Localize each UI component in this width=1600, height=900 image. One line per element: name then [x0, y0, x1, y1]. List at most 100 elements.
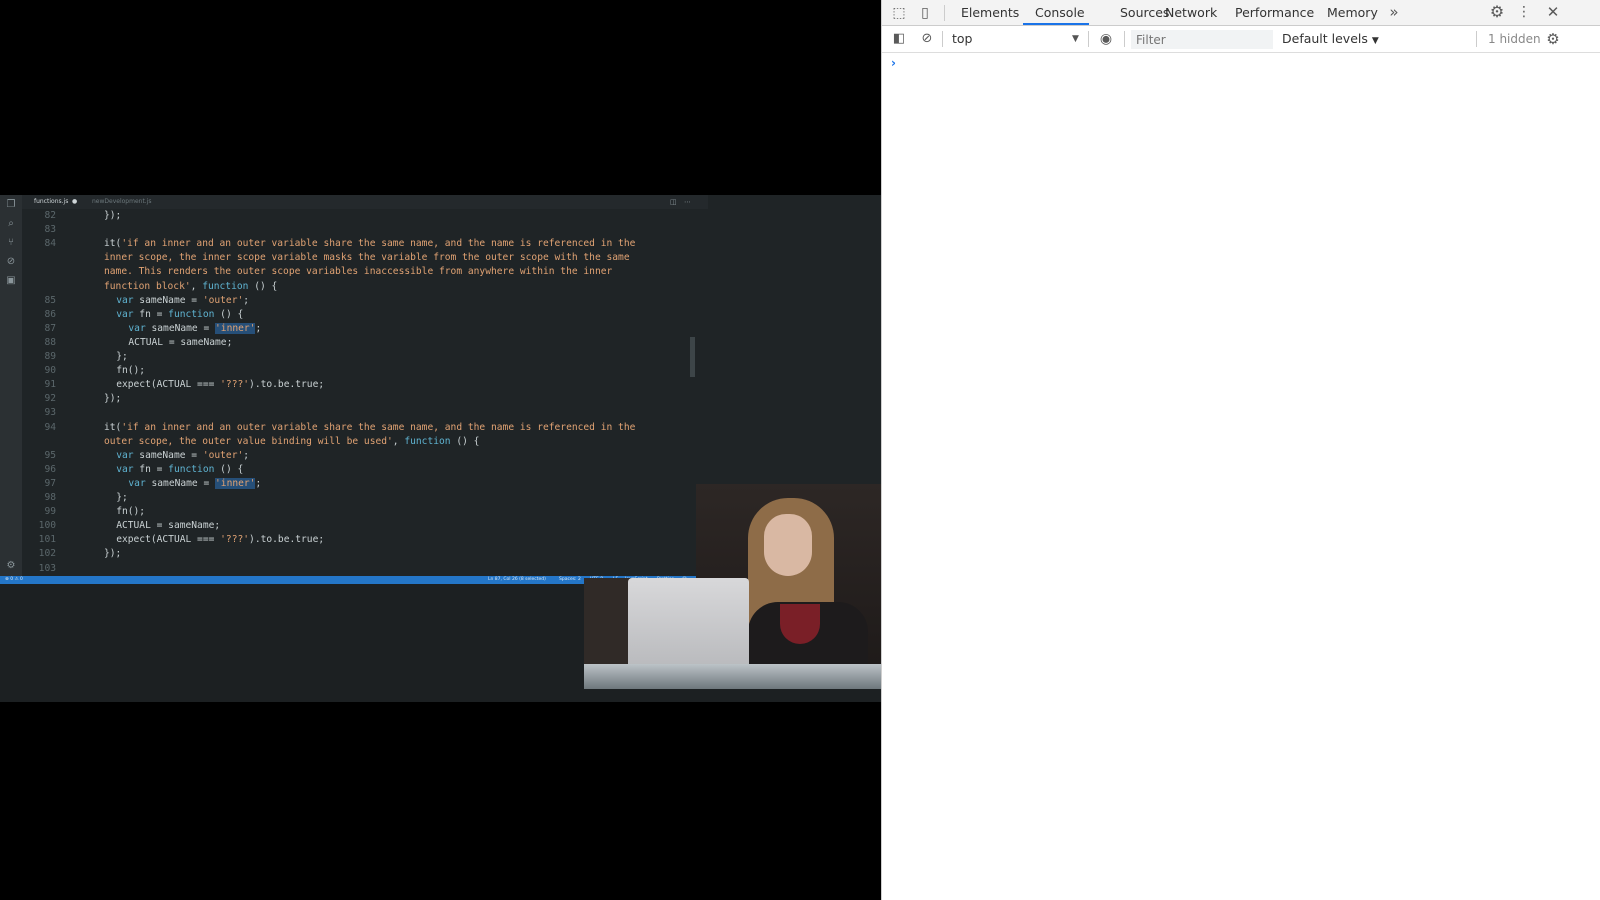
tab-performance[interactable]: Performance: [1233, 0, 1316, 25]
code-line: 82});: [22, 209, 708, 223]
code-line: 84 it('if an inner and an outer variable …: [22, 237, 708, 251]
scrollbar-thumb: [690, 337, 695, 377]
line-number: 99: [44, 506, 56, 518]
tab-memory[interactable]: Memory: [1325, 0, 1380, 25]
code-text: fn();: [116, 365, 146, 377]
source-control-icon: ⑂: [8, 237, 14, 248]
status-position: Ln 87, Col 26 (8 selected): [488, 577, 546, 582]
line-number: 94: [44, 421, 56, 433]
line-number: 97: [44, 477, 56, 489]
line-number: 86: [44, 308, 56, 320]
toolbar-divider: [1088, 31, 1089, 47]
modified-dot-icon: ●: [72, 198, 78, 205]
code-line: 98};: [22, 491, 708, 505]
code-text: var fn = function () {: [116, 463, 244, 475]
settings-gear-icon[interactable]: ⚙: [1488, 4, 1506, 20]
code-line: 87 var sameName = 'inner';: [22, 322, 708, 336]
line-number: 103: [38, 562, 56, 574]
code-text: name. This renders the outer scope varia…: [104, 266, 613, 278]
code-line: 103: [22, 562, 708, 576]
code-text: });: [104, 548, 122, 560]
code-text: function block', function () {: [104, 280, 278, 292]
chevron-down-icon: ▼: [1371, 36, 1379, 46]
code-line: 94 it('if an inner and an outer variable …: [22, 421, 708, 435]
code-text: outer scope, the outer value binding wil…: [104, 435, 480, 447]
console-prompt[interactable]: ›: [891, 56, 896, 70]
split-editor-icon: ◫: [670, 198, 677, 206]
code-line: 101 expect(ACTUAL === '???').to.be.true;: [22, 533, 708, 547]
status-spaces: Spaces: 2: [559, 577, 581, 582]
hidden-messages-count: 1 hidden: [1488, 32, 1541, 46]
live-expression-eye-icon[interactable]: ◉: [1096, 31, 1116, 47]
code-text: };: [116, 351, 128, 362]
code-line: 85 var sameName = 'outer';: [22, 294, 708, 308]
code-line: inner scope, the inner scope variable ma…: [22, 251, 708, 265]
podium-image: [584, 664, 881, 689]
code-line: 97 var sameName = 'inner';: [22, 477, 708, 491]
tab-console[interactable]: Console: [1033, 0, 1087, 25]
code-text: inner scope, the inner scope variable ma…: [104, 252, 630, 264]
status-problems-icon: ⊗ 0 ⚠ 0: [5, 577, 23, 582]
video-player[interactable]: ❐ ⌕ ⑂ ⊘ ▣ ⚙ functions.js ● newDevelopmen…: [0, 0, 881, 900]
filter-input[interactable]: [1131, 30, 1273, 49]
line-number: 83: [44, 224, 56, 236]
log-levels-dropdown[interactable]: Default levels ▼: [1282, 30, 1379, 50]
editor-tab-functions: functions.js: [34, 198, 69, 205]
device-toolbar-icon[interactable]: ▯: [917, 5, 933, 21]
code-text: };: [116, 492, 128, 503]
inspect-element-icon[interactable]: ⬚: [891, 5, 907, 21]
code-text: it('if an inner and an outer variable sh…: [104, 238, 636, 250]
line-number: 101: [38, 534, 56, 546]
code-line: 86 var fn = function () {: [22, 308, 708, 322]
line-number: 98: [44, 492, 56, 503]
code-line: function block', function () {: [22, 280, 708, 294]
line-number: 95: [44, 449, 56, 461]
code-text: expect(ACTUAL === '???').to.be.true;: [116, 534, 325, 546]
sidebar-toggle-icon[interactable]: ◧: [891, 31, 907, 47]
console-toolbar: ◧ ⊘ top ▼ ◉ Default levels ▼ 1 hidden ⚙: [882, 26, 1600, 53]
code-line: name. This renders the outer scope varia…: [22, 265, 708, 279]
code-line: 100 ACTUAL = sameName;: [22, 519, 708, 533]
context-selector[interactable]: top: [952, 30, 1082, 48]
tab-network[interactable]: Network: [1163, 0, 1219, 25]
presenter-shirt: [780, 604, 820, 644]
search-icon: ⌕: [8, 218, 14, 229]
code-line: 88 ACTUAL = sameName;: [22, 336, 708, 350]
line-number: 87: [44, 322, 56, 334]
toolbar-divider: [944, 5, 945, 21]
code-text: expect(ACTUAL === '???').to.be.true;: [116, 379, 325, 391]
line-number: 91: [44, 379, 56, 391]
code-text: ACTUAL = sameName;: [116, 520, 221, 532]
editor-tab-newdevelopment: newDevelopment.js: [92, 198, 152, 205]
code-line: 102});: [22, 547, 708, 561]
toolbar-divider: [942, 31, 943, 47]
more-icon: ⋯: [684, 198, 691, 206]
clear-console-icon[interactable]: ⊘: [919, 31, 935, 47]
code-text: var sameName = 'inner';: [128, 477, 262, 489]
console-settings-gear-icon[interactable]: ⚙: [1545, 31, 1561, 47]
chevron-down-icon[interactable]: ▼: [1072, 31, 1079, 47]
presenter-face: [764, 514, 812, 576]
code-line: outer scope, the outer value binding wil…: [22, 435, 708, 449]
close-devtools-icon[interactable]: ✕: [1545, 4, 1561, 20]
line-number: 84: [44, 238, 56, 250]
toolbar-divider: [1124, 31, 1125, 47]
kebab-menu-icon[interactable]: ⋮: [1517, 4, 1531, 20]
log-levels-label: Default levels: [1282, 31, 1368, 46]
debug-icon: ⊘: [6, 256, 16, 267]
line-number: 92: [44, 393, 56, 405]
line-number: 90: [44, 365, 56, 377]
devtools-toolbar: ⬚ ▯ Elements Console Sources Network Per…: [882, 0, 1600, 26]
line-number: 100: [38, 520, 56, 532]
code-text: fn();: [116, 506, 146, 518]
tab-elements[interactable]: Elements: [959, 0, 1021, 25]
code-line: 96 var fn = function () {: [22, 463, 708, 477]
more-tabs-icon[interactable]: »: [1386, 4, 1402, 20]
code-area: 82}); 83 84 it('if an inner and an outer va…: [22, 209, 708, 590]
code-line: 93: [22, 406, 708, 420]
code-text: var sameName = 'inner';: [128, 322, 262, 334]
line-number: 82: [44, 210, 56, 221]
code-text: var sameName = 'outer';: [116, 294, 250, 306]
code-text: ACTUAL = sameName;: [128, 336, 233, 348]
line-number: 85: [44, 294, 56, 306]
